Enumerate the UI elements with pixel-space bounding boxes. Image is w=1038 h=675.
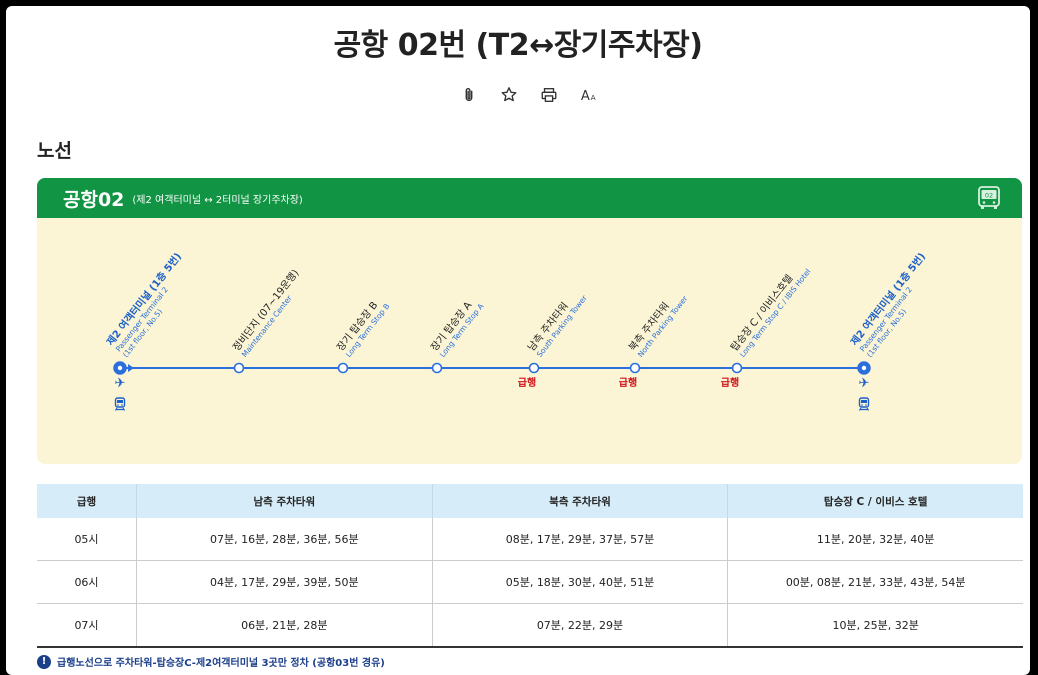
train-icon bbox=[858, 396, 870, 415]
route-diagram: 제2 여객터미널 (1층 5번) Passenger Terminal 2 (1st… bbox=[37, 218, 1022, 464]
info-icon: ! bbox=[37, 654, 51, 669]
hour-cell: 05시 bbox=[37, 518, 137, 561]
table-row: 05시 07분, 16분, 28분, 36분, 56분 08분, 17분, 29분,… bbox=[37, 518, 1023, 561]
departure-times-cell: 00분, 08분, 21분, 33분, 43분, 54분 bbox=[727, 560, 1023, 604]
departure-times-cell: 06분, 21분, 28분 bbox=[136, 603, 433, 648]
table-row: 06시 04분, 17분, 29분, 39분, 50분 05분, 18분, 30분,… bbox=[37, 560, 1023, 604]
airplane-icon: ✈ bbox=[114, 376, 126, 391]
route-card: 공항02 (제2 여객터미널 ↔ 2터미널 장기주차장) 02 제2 여객터미널… bbox=[37, 178, 1022, 464]
column-header-stop: 북측 주차타워 bbox=[432, 484, 729, 518]
section-title-route: 노선 bbox=[37, 140, 72, 162]
column-header-stop: 탑승장 C / 이비스 호텔 bbox=[727, 484, 1023, 518]
stop-marker[interactable] bbox=[337, 362, 349, 374]
departure-times-cell: 04분, 17분, 29분, 39분, 50분 bbox=[136, 560, 433, 604]
departure-times-cell: 05분, 18분, 30분, 40분, 51분 bbox=[432, 560, 729, 604]
direction-arrow bbox=[128, 364, 134, 372]
route-note-text: 급행노선으로 주차타워-탑승장C-제2여객터미널 3곳만 정차 (공항03번 경… bbox=[57, 658, 385, 669]
print-icon[interactable] bbox=[538, 84, 560, 106]
stop-marker[interactable] bbox=[233, 362, 245, 374]
route-note: ! 급행노선으로 주차타워-탑승장C-제2여객터미널 3곳만 정차 (공항03번… bbox=[37, 654, 385, 669]
timetable-body: 05시 07분, 16분, 28분, 36분, 56분 08분, 17분, 29분,… bbox=[37, 518, 1023, 648]
page-frame: 공항 02번 (T2↔장기주차장) AA 노선 공항02 (제2 여객터미널 ↔… bbox=[6, 6, 1030, 675]
toolbar: AA bbox=[458, 84, 600, 106]
route-name: 공항02 bbox=[63, 188, 125, 211]
hour-cell: 07시 bbox=[37, 603, 137, 648]
bus-badge: 02 bbox=[985, 192, 993, 200]
departure-times-cell: 07분, 22분, 29분 bbox=[432, 603, 729, 648]
stop-marker[interactable] bbox=[431, 362, 443, 374]
terminal-marker-core bbox=[117, 365, 123, 371]
timetable-header-row: 급행 남측 주차타워 북측 주차타워 탑승장 C / 이비스 호텔 bbox=[37, 484, 1023, 518]
page-title: 공항 02번 (T2↔장기주차장) bbox=[333, 28, 703, 63]
hour-cell: 06시 bbox=[37, 560, 137, 604]
express-badge: 급행 bbox=[517, 378, 537, 389]
stop-marker[interactable] bbox=[629, 362, 641, 374]
terminal-marker-core bbox=[861, 365, 867, 371]
font-size-icon[interactable]: AA bbox=[578, 84, 600, 106]
express-badge: 급행 bbox=[720, 378, 740, 389]
stop-marker[interactable] bbox=[528, 362, 540, 374]
timetable: 급행 남측 주차타워 북측 주차타워 탑승장 C / 이비스 호텔 05시 07분, 1… bbox=[37, 484, 1023, 648]
svg-text:A: A bbox=[591, 93, 596, 102]
attachment-icon[interactable] bbox=[458, 84, 480, 106]
train-icon bbox=[114, 396, 126, 415]
airplane-icon: ✈ bbox=[858, 376, 870, 391]
departure-times-cell: 11분, 20분, 32분, 40분 bbox=[727, 518, 1023, 561]
stop-marker[interactable] bbox=[731, 362, 743, 374]
svg-text:A: A bbox=[581, 89, 590, 104]
bus-icon: 02 bbox=[976, 185, 1002, 211]
departure-times-cell: 08분, 17분, 29분, 37분, 57분 bbox=[432, 518, 729, 561]
column-header-express: 급행 bbox=[37, 484, 137, 518]
departure-times-cell: 10분, 25분, 32분 bbox=[727, 603, 1023, 648]
favorite-icon[interactable] bbox=[498, 84, 520, 106]
table-row: 07시 06분, 21분, 28분 07분, 22분, 29분 10분, 25분, 3… bbox=[37, 603, 1023, 648]
departure-times-cell: 07분, 16분, 28분, 36분, 56분 bbox=[136, 518, 433, 561]
express-badge: 급행 bbox=[618, 378, 638, 389]
route-header: 공항02 (제2 여객터미널 ↔ 2터미널 장기주차장) 02 bbox=[37, 178, 1022, 218]
route-description: (제2 여객터미널 ↔ 2터미널 장기주차장) bbox=[132, 194, 303, 206]
column-header-stop: 남측 주차타워 bbox=[136, 484, 433, 518]
